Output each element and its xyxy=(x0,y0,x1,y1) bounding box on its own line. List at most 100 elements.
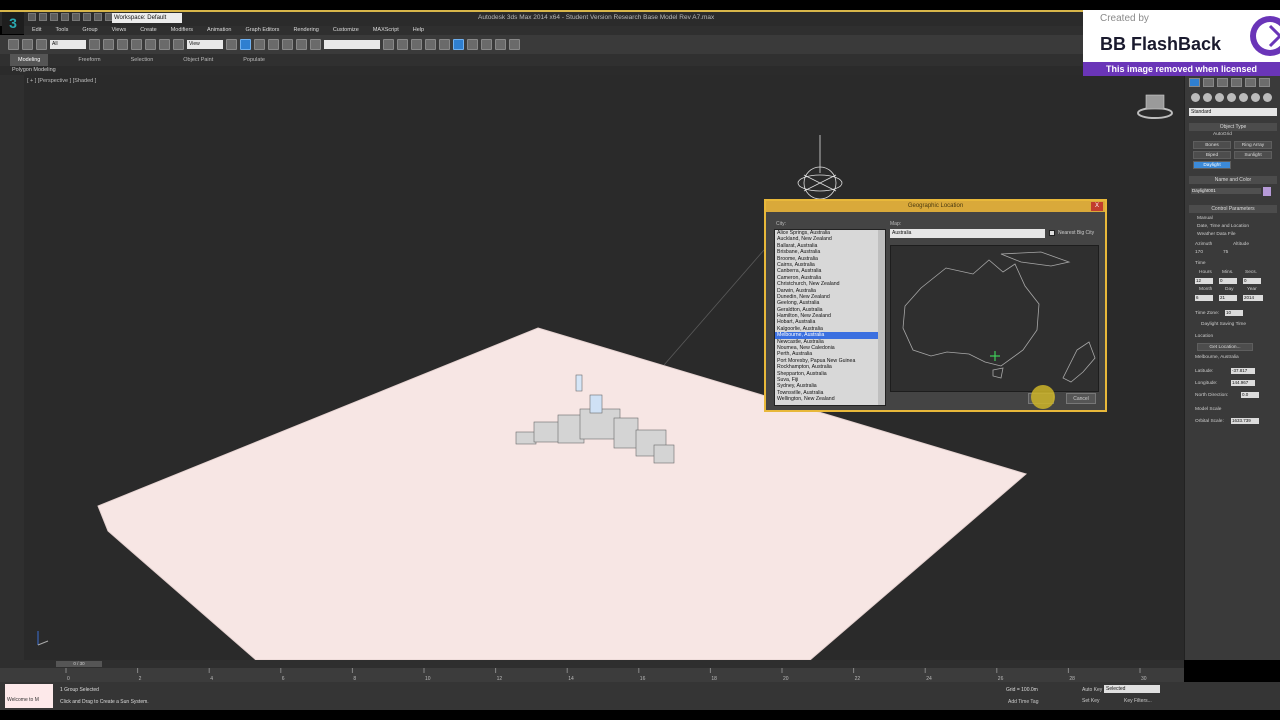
hours-spinner[interactable]: 12 xyxy=(1195,278,1213,284)
save-icon[interactable] xyxy=(50,13,58,21)
tab-freeform[interactable]: Freeform xyxy=(78,54,100,66)
orbital-scale-spinner[interactable]: 1633.739 xyxy=(1231,418,1259,424)
menu-views[interactable]: Views xyxy=(112,26,127,35)
unlink-icon[interactable] xyxy=(22,39,33,50)
rectangular-selection-icon[interactable] xyxy=(117,39,128,50)
menu-group[interactable]: Group xyxy=(82,26,97,35)
ref-coord-dropdown[interactable]: View xyxy=(187,40,223,49)
scale-icon[interactable] xyxy=(173,39,184,50)
lights-icon[interactable] xyxy=(1215,93,1224,102)
menu-customize[interactable]: Customize xyxy=(333,26,359,35)
autogrid-checkbox[interactable]: AutoGrid xyxy=(1213,132,1232,137)
maxscript-listener[interactable] xyxy=(5,684,53,708)
get-location-button[interactable]: Get Location... xyxy=(1197,343,1253,351)
layer-manager-icon[interactable] xyxy=(411,39,422,50)
render-production-icon[interactable] xyxy=(509,39,520,50)
ring-array-button[interactable]: Ring Array xyxy=(1234,141,1272,149)
north-direction-spinner[interactable]: 0.0 xyxy=(1241,392,1259,398)
shapes-icon[interactable] xyxy=(1203,93,1212,102)
tab-object-paint[interactable]: Object Paint xyxy=(183,54,213,66)
hierarchy-tab-icon[interactable] xyxy=(1217,78,1228,87)
add-time-tag[interactable]: Add Time Tag xyxy=(1008,699,1038,705)
render-setup-icon[interactable] xyxy=(481,39,492,50)
menu-maxscript[interactable]: MAXScript xyxy=(373,26,399,35)
object-name-field[interactable]: Daylight001 xyxy=(1191,188,1261,194)
menu-help[interactable]: Help xyxy=(413,26,424,35)
open-icon[interactable] xyxy=(39,13,47,21)
close-button[interactable]: X xyxy=(1091,202,1103,211)
cancel-button[interactable]: Cancel xyxy=(1066,393,1096,404)
manual-radio[interactable]: Manual xyxy=(1197,216,1213,221)
viewport-label[interactable]: [ + ] [Perspective ] [Shaded ] xyxy=(27,78,96,84)
set-key-button[interactable]: Set Key xyxy=(1082,698,1100,704)
spacewarps-icon[interactable] xyxy=(1251,93,1260,102)
bind-spacewarp-icon[interactable] xyxy=(36,39,47,50)
mins-spinner[interactable]: 0 xyxy=(1219,278,1237,284)
nearest-big-city-checkbox[interactable] xyxy=(1049,230,1055,236)
move-icon[interactable] xyxy=(145,39,156,50)
menu-tools[interactable]: Tools xyxy=(55,26,68,35)
menu-create[interactable]: Create xyxy=(140,26,157,35)
window-icon[interactable] xyxy=(94,13,102,21)
menu-animation[interactable]: Animation xyxy=(207,26,231,35)
align-icon[interactable] xyxy=(397,39,408,50)
time-slider[interactable]: 0 / 30 xyxy=(56,661,102,667)
menu-rendering[interactable]: Rendering xyxy=(293,26,318,35)
menu-graph-editors[interactable]: Graph Editors xyxy=(246,26,280,35)
redo-icon[interactable] xyxy=(72,13,80,21)
tab-populate[interactable]: Populate xyxy=(243,54,265,66)
menu-edit[interactable]: Edit xyxy=(32,26,41,35)
motion-tab-icon[interactable] xyxy=(1231,78,1242,87)
rendered-frame-icon[interactable] xyxy=(495,39,506,50)
secs-spinner[interactable]: 0 xyxy=(1243,278,1261,284)
month-spinner[interactable]: 6 xyxy=(1195,295,1213,301)
key-mode-dropdown[interactable]: Selected xyxy=(1104,685,1160,693)
city-list[interactable]: Alice Springs, Australia Auckland, New Ze… xyxy=(774,229,886,406)
curve-editor-icon[interactable] xyxy=(439,39,450,50)
daylight-button[interactable]: Daylight xyxy=(1193,161,1231,169)
spinner-snap-icon[interactable] xyxy=(296,39,307,50)
time-zone-spinner[interactable]: 10 xyxy=(1225,310,1243,316)
material-editor-icon[interactable] xyxy=(467,39,478,50)
key-filters-button[interactable]: Key Filters... xyxy=(1124,698,1152,704)
selection-filter-dropdown[interactable]: All xyxy=(50,40,86,49)
select-by-name-icon[interactable] xyxy=(103,39,114,50)
tab-selection[interactable]: Selection xyxy=(131,54,154,66)
systems-icon[interactable] xyxy=(1263,93,1272,102)
tab-modeling[interactable]: Modeling xyxy=(10,54,49,66)
day-spinner[interactable]: 21 xyxy=(1219,295,1237,301)
schematic-view-icon[interactable] xyxy=(453,39,464,50)
name-color-rollout[interactable]: Name and Color xyxy=(1189,176,1277,184)
link-icon[interactable] xyxy=(8,39,19,50)
helpers-icon[interactable] xyxy=(1239,93,1248,102)
control-parameters-rollout[interactable]: Control Parameters xyxy=(1189,205,1277,213)
city-list-item[interactable]: Wellington, New Zealand xyxy=(775,396,885,402)
graphite-toggle-icon[interactable] xyxy=(425,39,436,50)
create-tab-icon[interactable] xyxy=(1189,78,1200,87)
dialog-title[interactable]: Geographic Location xyxy=(766,201,1105,212)
track-bar[interactable]: 0 2 4 6 8 10 12 14 16 18 20 22 24 26 28 30 xyxy=(0,668,1184,682)
object-category-dropdown[interactable]: Standard xyxy=(1189,108,1277,116)
city-list-scrollbar[interactable] xyxy=(878,230,885,405)
object-type-rollout[interactable]: Object Type xyxy=(1189,123,1277,131)
auto-key-button[interactable]: Auto Key xyxy=(1082,687,1102,693)
percent-snap-icon[interactable] xyxy=(282,39,293,50)
object-color-swatch[interactable] xyxy=(1263,187,1271,196)
longitude-spinner[interactable]: 144.967 xyxy=(1231,380,1255,386)
modify-tab-icon[interactable] xyxy=(1203,78,1214,87)
named-selection-dropdown[interactable] xyxy=(324,40,380,49)
timeline-bar[interactable] xyxy=(0,660,1184,668)
biped-button[interactable]: Biped xyxy=(1193,151,1231,159)
year-spinner[interactable]: 2014 xyxy=(1243,295,1263,301)
angle-snap-icon[interactable] xyxy=(268,39,279,50)
map-dropdown[interactable]: Australia xyxy=(890,229,1045,238)
menu-modifiers[interactable]: Modifiers xyxy=(171,26,193,35)
new-icon[interactable] xyxy=(28,13,36,21)
utilities-tab-icon[interactable] xyxy=(1259,78,1270,87)
australia-map[interactable] xyxy=(890,245,1099,392)
pivot-icon[interactable] xyxy=(226,39,237,50)
snaps-toggle-icon[interactable] xyxy=(254,39,265,50)
bones-button[interactable]: Bones xyxy=(1193,141,1231,149)
select-object-icon[interactable] xyxy=(89,39,100,50)
app-logo-icon[interactable]: 3 xyxy=(2,12,24,34)
